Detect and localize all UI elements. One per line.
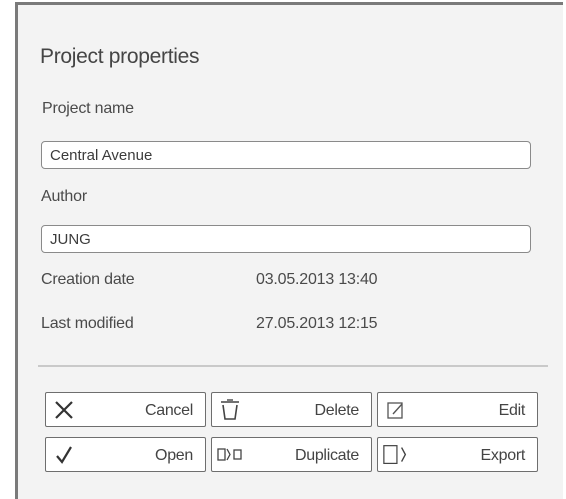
trash-icon (216, 397, 244, 423)
edit-label: Edit (498, 402, 526, 419)
divider (38, 365, 548, 367)
project-name-field[interactable] (41, 141, 531, 169)
dialog-title: Project properties (40, 45, 200, 68)
duplicate-button[interactable]: Duplicate (211, 437, 372, 472)
creation-date-label: Creation date (41, 271, 135, 288)
export-button[interactable]: Export (377, 437, 538, 472)
export-icon (382, 442, 410, 468)
export-label: Export (480, 447, 526, 464)
creation-date-value: 03.05.2013 13:40 (256, 271, 378, 288)
delete-label: Delete (314, 402, 360, 419)
last-modified-value: 27.05.2013 12:15 (256, 315, 378, 332)
duplicate-icon (216, 442, 244, 468)
open-label: Open (155, 447, 193, 464)
close-x-icon (50, 397, 78, 423)
cancel-button[interactable]: Cancel (45, 392, 206, 427)
edit-button[interactable]: Edit (377, 392, 538, 427)
open-button[interactable]: Open (45, 437, 206, 472)
cancel-label: Cancel (144, 402, 193, 419)
checkmark-icon (50, 442, 78, 468)
project-properties-panel: Project properties Project name Author C… (15, 2, 563, 499)
edit-pencil-icon (382, 397, 410, 423)
author-field[interactable] (41, 225, 531, 253)
duplicate-label: Duplicate (294, 447, 359, 464)
delete-button[interactable]: Delete (211, 392, 372, 427)
author-label: Author (41, 188, 87, 205)
last-modified-label: Last modified (41, 315, 134, 332)
project-name-label: Project name (42, 100, 134, 117)
